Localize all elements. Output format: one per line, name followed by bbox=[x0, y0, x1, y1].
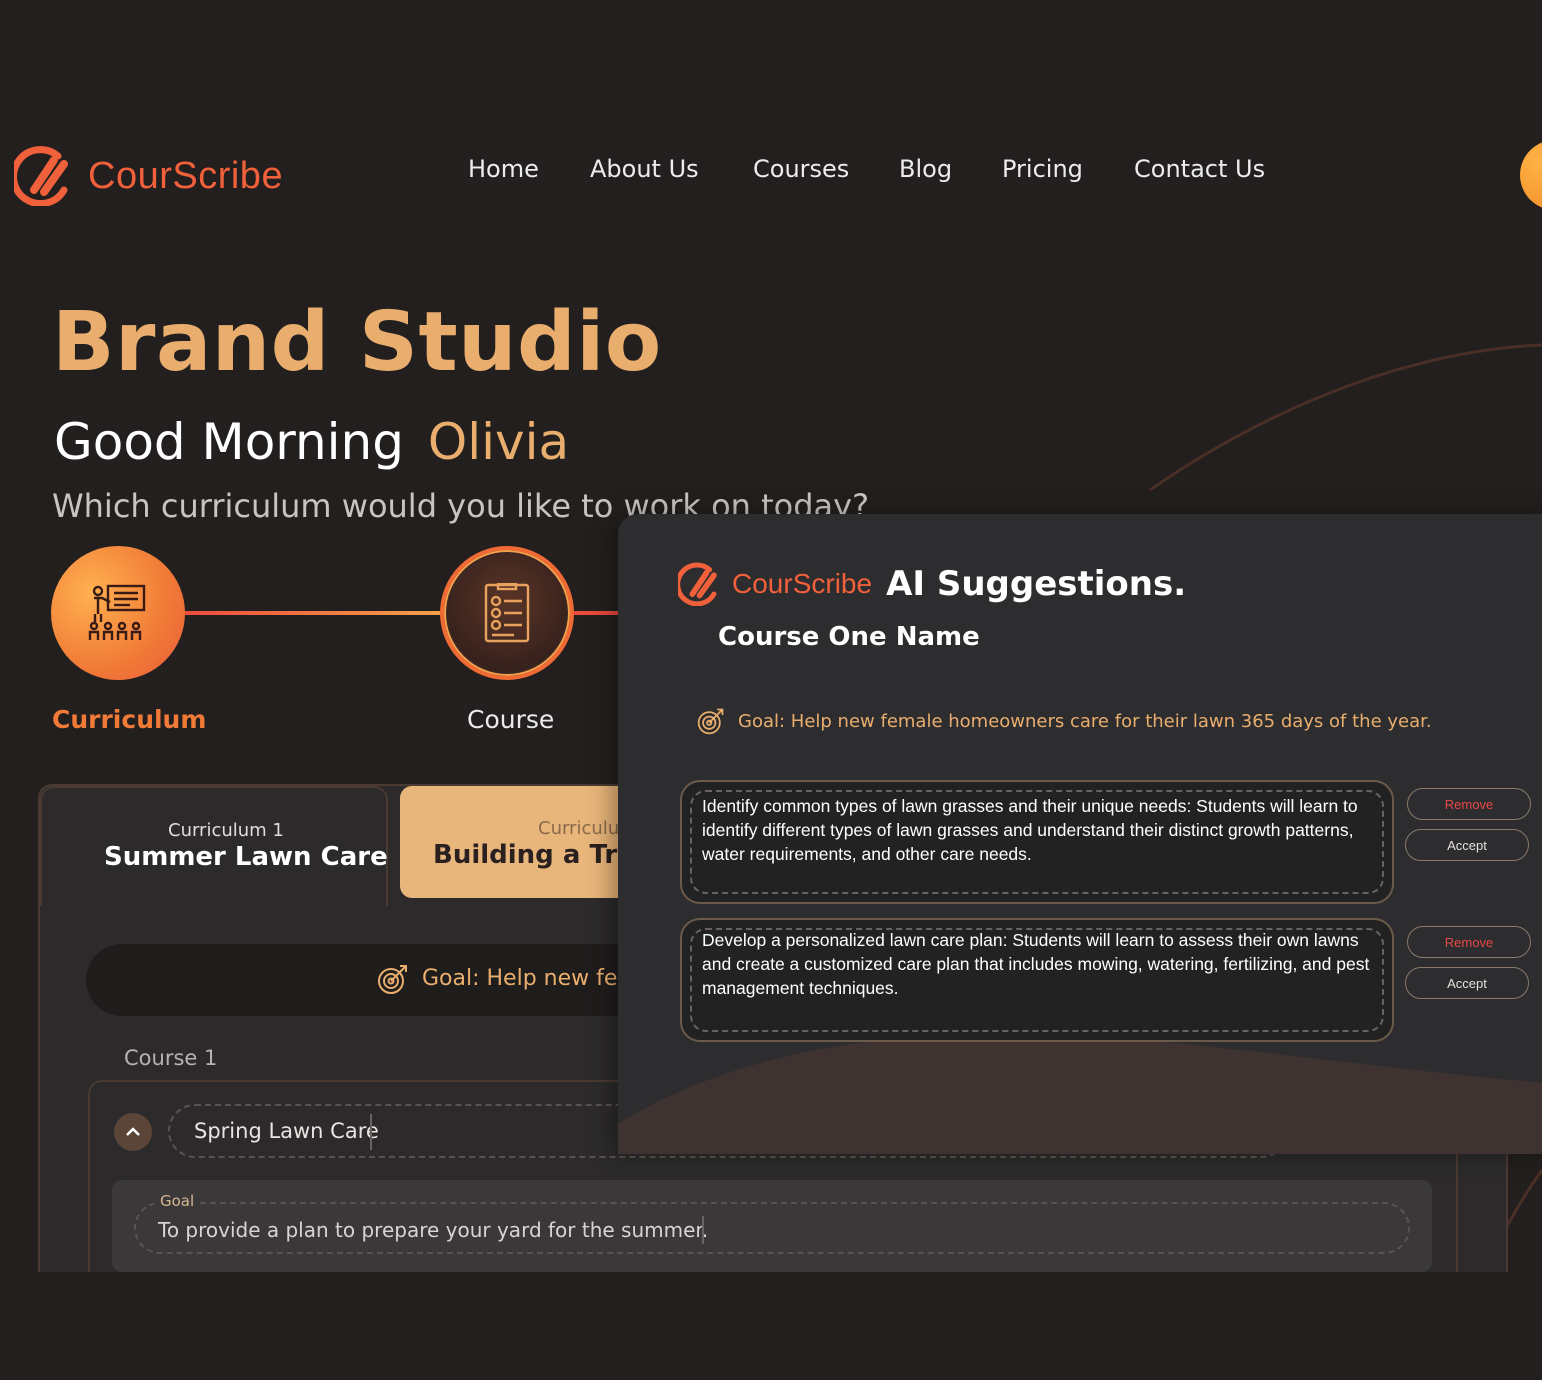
target-icon bbox=[378, 965, 407, 994]
accept-suggestion-button[interactable]: Accept bbox=[1405, 829, 1529, 861]
greeting: Good Morning Olivia bbox=[54, 413, 569, 471]
main-nav: Home About Us Courses Blog Pricing Conta… bbox=[0, 155, 1542, 191]
step-course-label: Course bbox=[467, 705, 555, 734]
nav-pricing-link[interactable]: Pricing bbox=[1002, 155, 1083, 183]
greeting-text: Good Morning bbox=[54, 413, 404, 471]
remove-suggestion-button[interactable]: Remove bbox=[1407, 788, 1531, 820]
nav-blog-link[interactable]: Blog bbox=[899, 155, 952, 183]
course-goal-label: Goal bbox=[154, 1192, 201, 1210]
tab-curriculum-1-number: Curriculum 1 bbox=[168, 820, 284, 841]
text-caret bbox=[702, 1216, 704, 1244]
suggestion-text: Develop a personalized lawn care plan: S… bbox=[702, 930, 1370, 998]
tab-curriculum-1-title: Summer Lawn Care bbox=[104, 842, 388, 872]
course-name-value: Spring Lawn Care bbox=[194, 1119, 379, 1143]
ai-goal: Goal: Help new female homeowners care fo… bbox=[696, 706, 1432, 736]
ai-goal-label: Goal: bbox=[738, 710, 786, 732]
course-goal-input[interactable]: Goal To provide a plan to prepare your y… bbox=[134, 1192, 1410, 1254]
step-curriculum-label: Curriculum bbox=[52, 705, 207, 734]
ai-goal-text: Goal: Help new female homeowners care fo… bbox=[738, 711, 1432, 732]
suggestion-card: Identify common types of lawn grasses an… bbox=[680, 780, 1394, 904]
user-name: Olivia bbox=[427, 413, 570, 471]
tab-curriculum-1[interactable]: Curriculum 1 Summer Lawn Care bbox=[40, 786, 388, 906]
step-course-inner bbox=[448, 554, 566, 672]
accept-suggestion-button[interactable]: Accept bbox=[1405, 967, 1529, 999]
background-footer bbox=[0, 1272, 1542, 1380]
nav-about-link[interactable]: About Us bbox=[590, 155, 699, 183]
page-title: Brand Studio bbox=[52, 295, 662, 390]
target-icon bbox=[697, 708, 724, 735]
step-course[interactable] bbox=[440, 546, 574, 680]
suggestion-text: Identify common types of lawn grasses an… bbox=[702, 796, 1358, 864]
text-caret bbox=[370, 1114, 372, 1150]
remove-suggestion-button[interactable]: Remove bbox=[1407, 926, 1531, 958]
ai-suggestions-panel: CourScribe AI Suggestions. Course One Na… bbox=[618, 514, 1542, 1154]
presentation-classroom-icon bbox=[88, 584, 146, 640]
ai-course-name: Course One Name bbox=[718, 622, 980, 652]
checklist-document-icon bbox=[484, 583, 530, 643]
nav-courses-link[interactable]: Courses bbox=[753, 155, 849, 183]
nav-home-link[interactable]: Home bbox=[468, 155, 539, 183]
course-goal-value: To provide a plan to prepare your yard f… bbox=[158, 1218, 709, 1242]
goal-label: Goal: bbox=[422, 966, 480, 991]
nav-contact-link[interactable]: Contact Us bbox=[1134, 155, 1265, 183]
collapse-chevron-icon[interactable] bbox=[114, 1113, 152, 1151]
ai-title: AI Suggestions. bbox=[886, 564, 1187, 604]
user-avatar[interactable] bbox=[1520, 140, 1542, 210]
step-curriculum[interactable] bbox=[51, 546, 185, 680]
courscribe-logo-icon bbox=[678, 562, 717, 606]
step-connector bbox=[180, 611, 445, 615]
ai-header: CourScribe AI Suggestions. bbox=[678, 562, 1186, 606]
course-label: Course 1 bbox=[124, 1046, 218, 1070]
ai-brand-name: CourScribe bbox=[732, 568, 873, 599]
suggestion-card: Develop a personalized lawn care plan: S… bbox=[680, 918, 1394, 1042]
ai-goal-value: Help new female homeowners care for thei… bbox=[790, 710, 1432, 732]
